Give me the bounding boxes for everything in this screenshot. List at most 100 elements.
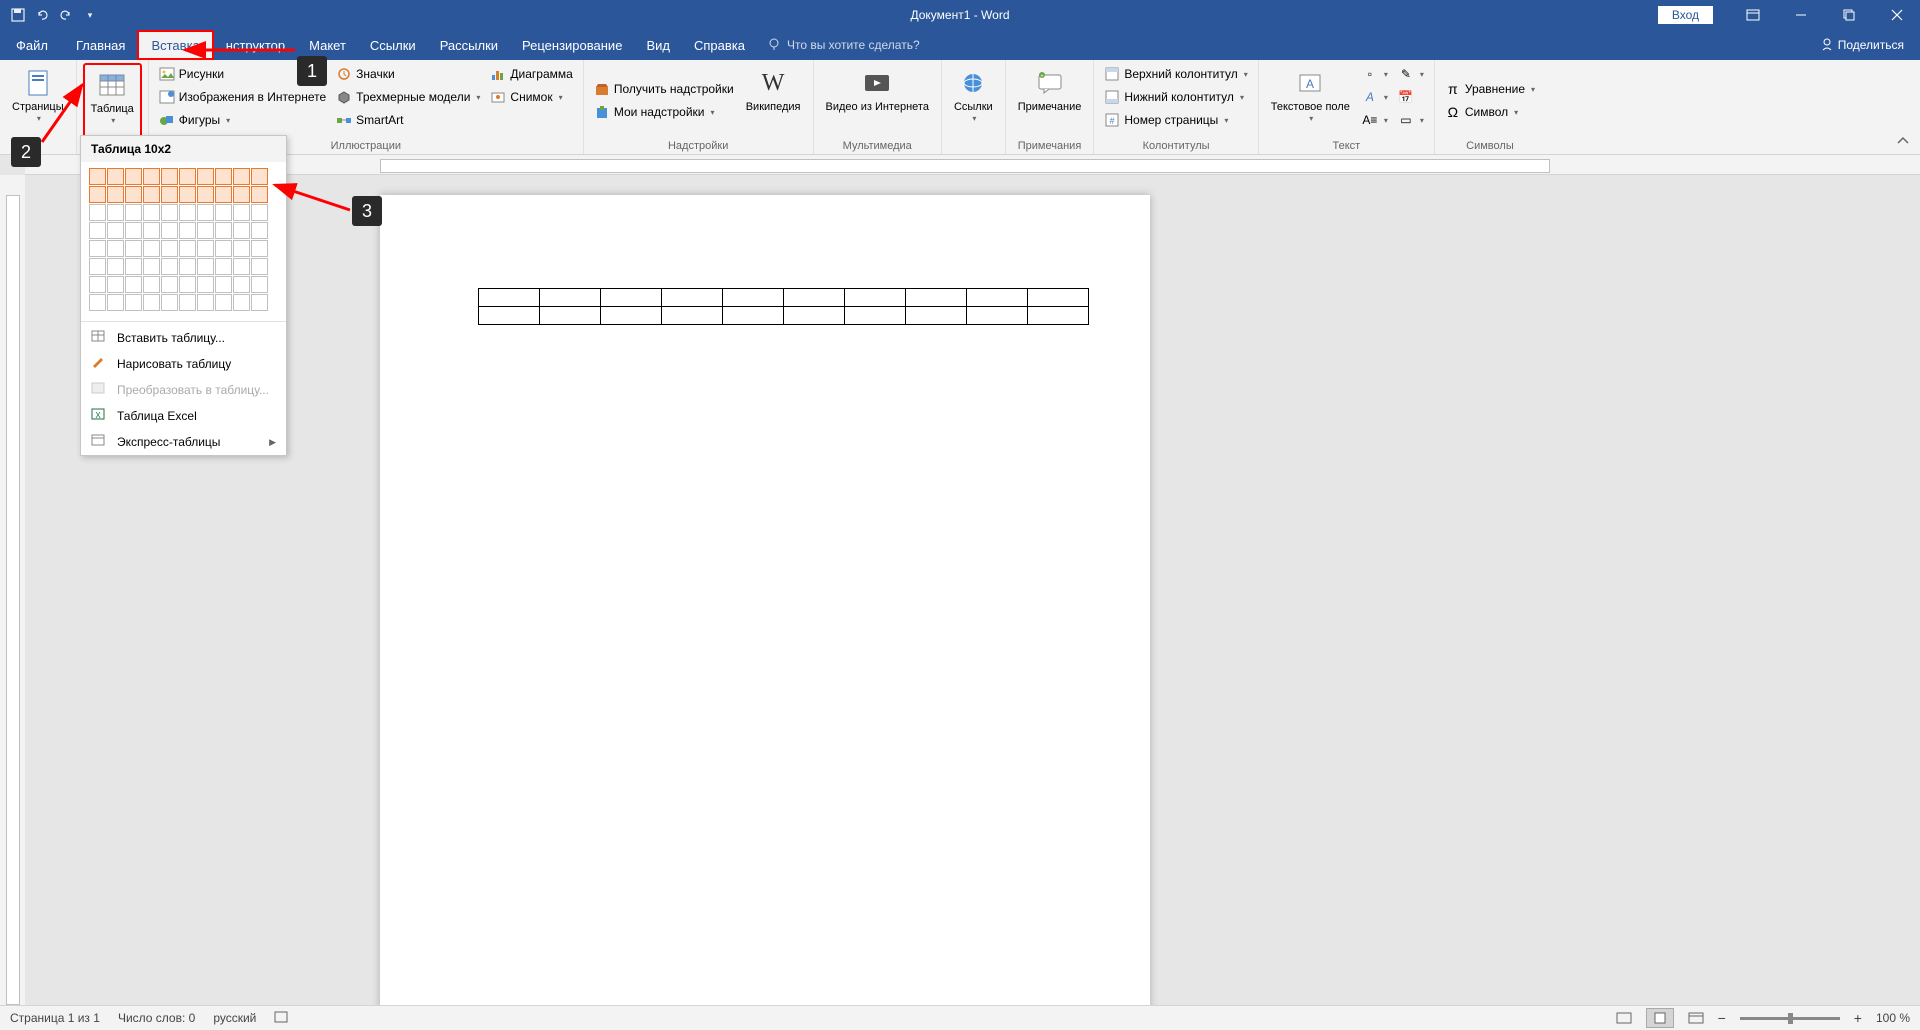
comment-button[interactable]: + Примечание [1012, 63, 1088, 138]
grid-cell[interactable] [161, 294, 178, 311]
grid-cell[interactable] [161, 204, 178, 221]
shapes-button[interactable]: Фигуры▾ [155, 109, 330, 131]
grid-cell[interactable] [251, 168, 268, 185]
quick-tables-item[interactable]: Экспресс-таблицы▶ [81, 429, 286, 455]
grid-cell[interactable] [143, 222, 160, 239]
minimize-icon[interactable] [1778, 0, 1824, 30]
grid-cell[interactable] [251, 240, 268, 257]
tab-review[interactable]: Рецензирование [510, 30, 634, 60]
signature-button[interactable]: ✎▾ [1394, 63, 1428, 85]
grid-cell[interactable] [197, 258, 214, 275]
tab-mailings[interactable]: Рассылки [428, 30, 510, 60]
grid-cell[interactable] [161, 186, 178, 203]
grid-cell[interactable] [197, 294, 214, 311]
ribbon-display-icon[interactable] [1730, 0, 1776, 30]
grid-cell[interactable] [143, 276, 160, 293]
status-macro-icon[interactable] [274, 1011, 288, 1026]
page-number-button[interactable]: #Номер страницы▾ [1100, 109, 1251, 131]
grid-cell[interactable] [179, 276, 196, 293]
view-read-button[interactable] [1610, 1008, 1638, 1028]
grid-cell[interactable] [251, 204, 268, 221]
zoom-slider[interactable] [1740, 1017, 1840, 1020]
textbox-button[interactable]: A Текстовое поле ▾ [1265, 63, 1356, 138]
maximize-icon[interactable] [1826, 0, 1872, 30]
footer-button[interactable]: Нижний колонтитул▾ [1100, 86, 1251, 108]
equation-button[interactable]: πУравнение▾ [1441, 78, 1539, 100]
grid-cell[interactable] [215, 276, 232, 293]
grid-cell[interactable] [161, 276, 178, 293]
my-addins-button[interactable]: Мои надстройки▾ [590, 101, 738, 123]
3d-models-button[interactable]: Трехмерные модели▾ [332, 86, 484, 108]
grid-cell[interactable] [179, 258, 196, 275]
smartart-button[interactable]: SmartArt [332, 109, 484, 131]
grid-cell[interactable] [161, 168, 178, 185]
redo-icon[interactable] [58, 7, 74, 23]
grid-cell[interactable] [215, 294, 232, 311]
grid-cell[interactable] [143, 186, 160, 203]
grid-cell[interactable] [143, 258, 160, 275]
grid-cell[interactable] [161, 258, 178, 275]
wikipedia-button[interactable]: W Википедия [740, 63, 807, 138]
tell-me-search[interactable]: Что вы хотите сделать? [767, 30, 920, 60]
symbol-button[interactable]: ΩСимвол▾ [1441, 101, 1539, 123]
status-wordcount[interactable]: Число слов: 0 [118, 1011, 195, 1025]
chart-button[interactable]: Диаграмма [486, 63, 576, 85]
grid-cell[interactable] [89, 276, 106, 293]
qat-customize-icon[interactable]: ▾ [82, 7, 98, 23]
grid-cell[interactable] [143, 240, 160, 257]
grid-cell[interactable] [107, 204, 124, 221]
grid-cell[interactable] [197, 276, 214, 293]
grid-cell[interactable] [107, 294, 124, 311]
screenshot-button[interactable]: Снимок▾ [486, 86, 576, 108]
grid-cell[interactable] [125, 276, 142, 293]
grid-cell[interactable] [215, 222, 232, 239]
grid-cell[interactable] [179, 204, 196, 221]
grid-cell[interactable] [125, 168, 142, 185]
grid-cell[interactable] [107, 186, 124, 203]
grid-cell[interactable] [233, 222, 250, 239]
tab-help[interactable]: Справка [682, 30, 757, 60]
zoom-in-button[interactable]: + [1854, 1010, 1862, 1026]
grid-cell[interactable] [125, 186, 142, 203]
online-video-button[interactable]: Видео из Интернета [820, 63, 935, 138]
header-button[interactable]: Верхний колонтитул▾ [1100, 63, 1251, 85]
grid-cell[interactable] [251, 258, 268, 275]
icons-button[interactable]: Значки [332, 63, 484, 85]
grid-cell[interactable] [143, 294, 160, 311]
grid-cell[interactable] [215, 204, 232, 221]
excel-table-item[interactable]: XТаблица Excel [81, 403, 286, 429]
grid-cell[interactable] [233, 204, 250, 221]
grid-cell[interactable] [125, 258, 142, 275]
grid-cell[interactable] [197, 204, 214, 221]
grid-cell[interactable] [107, 168, 124, 185]
zoom-out-button[interactable]: − [1718, 1010, 1726, 1026]
grid-cell[interactable] [89, 240, 106, 257]
vertical-ruler[interactable] [0, 175, 25, 1005]
grid-cell[interactable] [251, 294, 268, 311]
grid-cell[interactable] [125, 222, 142, 239]
grid-cell[interactable] [125, 204, 142, 221]
grid-cell[interactable] [125, 240, 142, 257]
grid-cell[interactable] [125, 294, 142, 311]
grid-cell[interactable] [89, 222, 106, 239]
grid-cell[interactable] [197, 186, 214, 203]
grid-cell[interactable] [107, 240, 124, 257]
grid-cell[interactable] [233, 294, 250, 311]
grid-cell[interactable] [89, 258, 106, 275]
grid-cell[interactable] [179, 168, 196, 185]
collapse-ribbon-icon[interactable] [1896, 135, 1910, 149]
grid-cell[interactable] [215, 240, 232, 257]
tab-insert[interactable]: Вставка [137, 30, 213, 60]
grid-cell[interactable] [107, 258, 124, 275]
tab-design[interactable]: нструктор [214, 30, 297, 60]
tab-file[interactable]: Файл [0, 30, 64, 60]
grid-cell[interactable] [89, 168, 106, 185]
grid-cell[interactable] [233, 168, 250, 185]
horizontal-ruler[interactable] [25, 155, 1920, 175]
table-size-grid[interactable] [81, 162, 286, 318]
dropcap-button[interactable]: A≡▾ [1358, 109, 1392, 131]
grid-cell[interactable] [107, 222, 124, 239]
online-pictures-button[interactable]: Изображения в Интернете [155, 86, 330, 108]
grid-cell[interactable] [179, 240, 196, 257]
wordart-button[interactable]: A▾ [1358, 86, 1392, 108]
